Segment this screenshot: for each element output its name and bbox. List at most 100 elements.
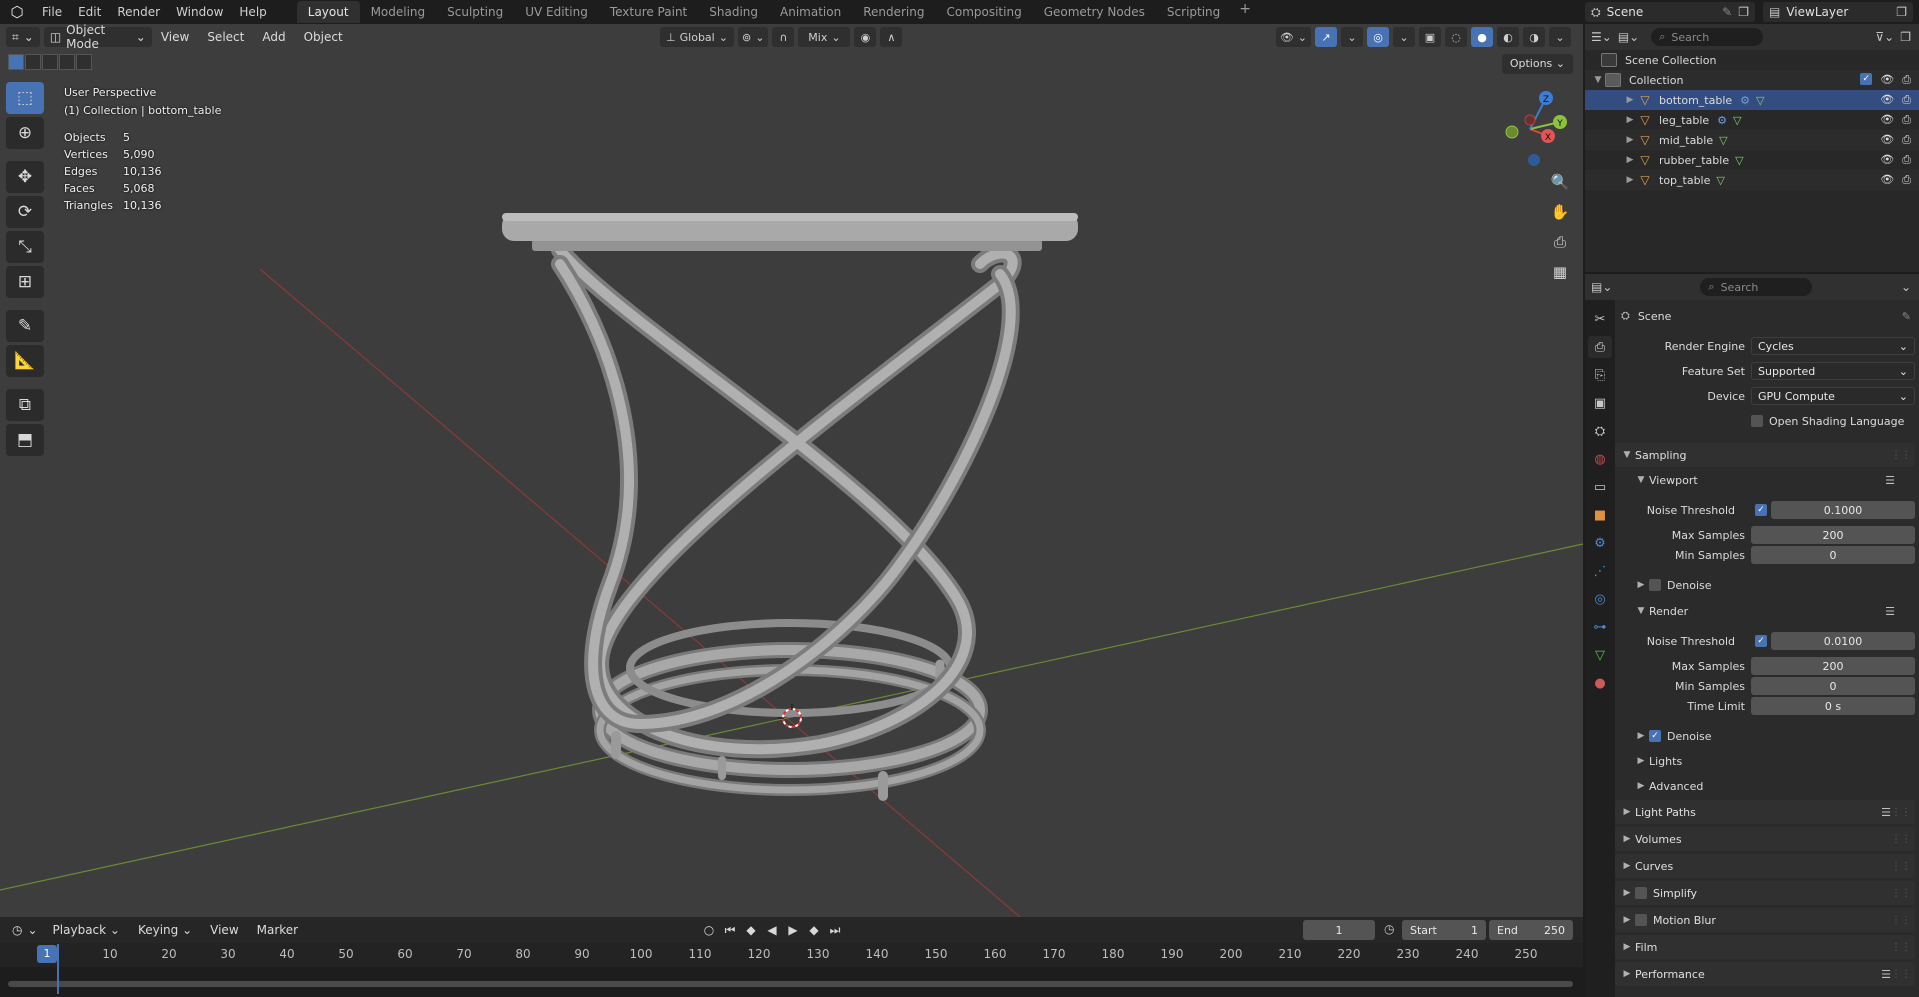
- camera-icon[interactable]: ⎙: [1902, 153, 1911, 167]
- tab-constraints[interactable]: ⊶: [1588, 616, 1612, 638]
- navigation-gizmo[interactable]: Z Y X: [1490, 84, 1570, 174]
- mode-selector[interactable]: ◫ Object Mode ⌄: [43, 24, 152, 51]
- menu-window[interactable]: Window: [168, 0, 231, 24]
- performance-panel-header[interactable]: ▶ Performance ☰ ⋮⋮: [1615, 962, 1915, 986]
- end-frame-field[interactable]: End 250: [1489, 920, 1573, 940]
- device-dropdown[interactable]: GPU Compute ⌄: [1751, 387, 1915, 405]
- jump-start-button[interactable]: ⏮: [721, 920, 739, 940]
- camera-icon[interactable]: ⎙: [1902, 113, 1911, 127]
- gizmo-neg-y[interactable]: [1505, 125, 1519, 139]
- tab-material[interactable]: ●: [1588, 672, 1612, 694]
- tab-tool[interactable]: ✂: [1588, 308, 1612, 330]
- presets-list-icon[interactable]: ☰: [1885, 474, 1895, 487]
- tab-sculpting[interactable]: Sculpting: [436, 1, 514, 23]
- drag-handle-icon[interactable]: ⋮⋮: [1891, 450, 1911, 461]
- add-box-tool[interactable]: ⬒: [6, 424, 44, 456]
- play-reverse-button[interactable]: ◀: [763, 920, 781, 940]
- timeline-scrollbar[interactable]: [8, 981, 1573, 987]
- tab-collection[interactable]: ▭: [1588, 476, 1612, 498]
- camera-view-button[interactable]: ⎙: [1547, 230, 1573, 254]
- render-denoise-row[interactable]: ▶ ✓ Denoise: [1615, 726, 1919, 746]
- select-new-button[interactable]: [8, 54, 24, 70]
- gizmo-dropdown[interactable]: ⌄: [1341, 27, 1363, 47]
- overlays-toggle[interactable]: ◎: [1367, 27, 1389, 47]
- tab-geometry-nodes[interactable]: Geometry Nodes: [1033, 1, 1156, 23]
- render-denoise-checkbox[interactable]: ✓: [1649, 730, 1661, 742]
- mesh-data-icon[interactable]: ▽: [1716, 174, 1724, 187]
- render-noise-threshold-checkbox[interactable]: ✓: [1755, 635, 1767, 647]
- camera-icon[interactable]: ⎙: [1902, 93, 1911, 107]
- select-extend-button[interactable]: [25, 54, 41, 70]
- chevron-down-icon[interactable]: ▼: [1591, 75, 1605, 85]
- properties-search-input[interactable]: ⌕ Search: [1700, 278, 1813, 296]
- preview-range-icon[interactable]: ◷: [1384, 922, 1394, 936]
- transform-tool[interactable]: ⊞: [6, 266, 44, 298]
- tab-texture-paint[interactable]: Texture Paint: [599, 1, 698, 23]
- tab-physics[interactable]: ◎: [1588, 588, 1612, 610]
- tab-particles[interactable]: ⋰: [1588, 560, 1612, 582]
- ortho-toggle-button[interactable]: ▦: [1547, 260, 1573, 284]
- add-cube-tool[interactable]: ⧉: [6, 389, 44, 421]
- outliner-item-rubber-table[interactable]: ▶ ▽ rubber_table ▽ 👁 ⎙: [1585, 150, 1919, 170]
- chevron-right-icon[interactable]: ▶: [1623, 135, 1637, 145]
- tab-layout[interactable]: Layout: [296, 1, 360, 23]
- menu-add[interactable]: Add: [253, 30, 294, 44]
- falloff-dropdown[interactable]: ∧: [880, 27, 903, 47]
- eye-icon[interactable]: 👁: [1880, 133, 1894, 147]
- menu-file[interactable]: File: [34, 0, 70, 24]
- new-view-layer-icon[interactable]: ❐: [1896, 5, 1907, 19]
- tab-shading[interactable]: Shading: [698, 1, 769, 23]
- select-box-tool[interactable]: ⬚: [6, 82, 44, 114]
- tab-compositing[interactable]: Compositing: [935, 1, 1032, 23]
- pivot-point-dropdown[interactable]: ⊚ ⌄: [738, 27, 769, 47]
- eye-icon[interactable]: 👁: [1880, 93, 1894, 107]
- snap-mode-dropdown[interactable]: Mix ⌄: [798, 27, 851, 47]
- camera-icon[interactable]: ⎙: [1902, 173, 1911, 187]
- chevron-right-icon[interactable]: ▶: [1623, 95, 1637, 105]
- collection-row[interactable]: ▼ Collection ✓ 👁 ⎙: [1585, 70, 1919, 90]
- tab-view-layer[interactable]: ▣: [1588, 392, 1612, 414]
- zoom-button[interactable]: 🔍: [1547, 170, 1573, 194]
- eye-icon[interactable]: 👁: [1880, 113, 1894, 127]
- playhead[interactable]: 1: [37, 945, 57, 963]
- annotate-tool[interactable]: ✎: [6, 310, 44, 342]
- overlays-dropdown[interactable]: ⌄: [1393, 27, 1415, 47]
- presets-list-icon[interactable]: ☰: [1881, 968, 1891, 981]
- lights-subpanel[interactable]: ▶ Lights: [1615, 751, 1919, 771]
- tab-object[interactable]: ■: [1588, 504, 1612, 526]
- outliner-item-leg-table[interactable]: ▶ ▽ leg_table ⚙ ▽ 👁 ⎙: [1585, 110, 1919, 130]
- outliner-search-input[interactable]: ⌕ Search: [1651, 28, 1764, 46]
- tab-scene[interactable]: ⛭: [1588, 420, 1612, 442]
- cursor-tool[interactable]: ⊕: [6, 117, 44, 149]
- current-frame-field[interactable]: 1: [1303, 920, 1375, 940]
- view-layer-selector[interactable]: ▤ ViewLayer ❐: [1763, 2, 1913, 22]
- feature-set-dropdown[interactable]: Supported ⌄: [1751, 362, 1915, 380]
- advanced-subpanel[interactable]: ▶ Advanced: [1615, 776, 1919, 796]
- tab-rendering[interactable]: Rendering: [852, 1, 935, 23]
- measure-tool[interactable]: 📐: [6, 345, 44, 377]
- menu-timeline-view[interactable]: View: [201, 923, 247, 937]
- light-paths-panel-header[interactable]: ▶ Light Paths ☰ ⋮⋮: [1615, 800, 1915, 824]
- viewport-noise-threshold-field[interactable]: 0.1000: [1771, 501, 1915, 519]
- menu-keying[interactable]: Keying ⌄: [129, 923, 201, 937]
- tab-animation[interactable]: Animation: [769, 1, 852, 23]
- motion-blur-panel-header[interactable]: ▶ Motion Blur ⋮⋮: [1615, 908, 1915, 932]
- drag-handle-icon[interactable]: ⋮⋮: [1891, 861, 1911, 872]
- chevron-right-icon[interactable]: ▶: [1623, 175, 1637, 185]
- mesh-data-icon[interactable]: ▽: [1756, 94, 1764, 107]
- camera-icon[interactable]: ⎙: [1902, 73, 1911, 87]
- menu-playback[interactable]: Playback ⌄: [44, 923, 129, 937]
- prev-keyframe-button[interactable]: ◆: [742, 920, 760, 940]
- time-limit-field[interactable]: 0 s: [1751, 697, 1915, 715]
- film-panel-header[interactable]: ▶ Film ⋮⋮: [1615, 935, 1915, 959]
- presets-list-icon[interactable]: ☰: [1885, 605, 1895, 618]
- play-button[interactable]: ▶: [784, 920, 802, 940]
- menu-object[interactable]: Object: [295, 30, 352, 44]
- tab-modeling[interactable]: Modeling: [360, 1, 437, 23]
- timeline-editor-type-button[interactable]: ◷ ⌄: [6, 920, 44, 940]
- viewport-denoise-row[interactable]: ▶ Denoise: [1615, 575, 1919, 595]
- motion-blur-checkbox[interactable]: [1635, 914, 1647, 926]
- drag-handle-icon[interactable]: ⋮⋮: [1891, 969, 1911, 980]
- render-engine-dropdown[interactable]: Cycles ⌄: [1751, 337, 1915, 355]
- editor-type-button[interactable]: ⌗ ⌄: [6, 27, 40, 47]
